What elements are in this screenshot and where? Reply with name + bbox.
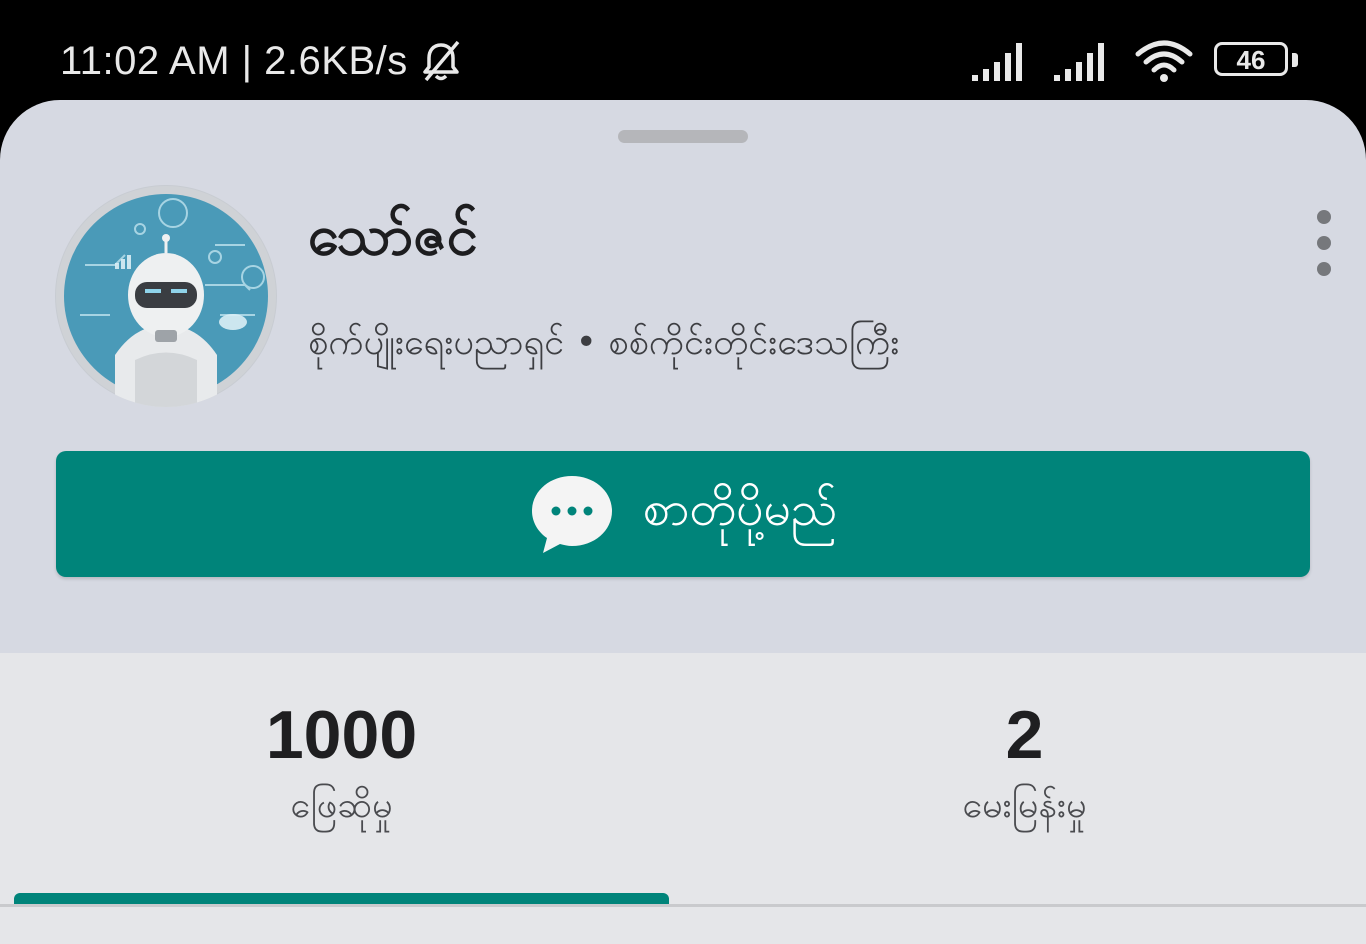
tab-questions[interactable]: 2 မေးမြန်းမှု bbox=[683, 693, 1366, 835]
answers-label: ဖြေဆိုမှု bbox=[290, 785, 393, 826]
tab-content-area bbox=[0, 907, 1366, 944]
profile-sheet: သော်ဇင် စိုက်ပျိုးရေးပညာရှင် • စစ်ကိုင်း… bbox=[0, 100, 1366, 944]
tab-answers[interactable]: 1000 ဖြေဆိုမှု bbox=[0, 693, 683, 835]
signal-icon-2 bbox=[1054, 43, 1104, 81]
robot-avatar-icon bbox=[56, 186, 276, 407]
answers-count: 1000 bbox=[265, 697, 418, 773]
profile-subtitle: စိုက်ပျိုးရေးပညာရှင် • စစ်ကိုင်းတိုင်းဒေ… bbox=[308, 322, 900, 363]
questions-label: မေးမြန်းမှု bbox=[962, 785, 1087, 826]
status-time-speed: 11:02 AM | 2.6KB/s bbox=[60, 38, 408, 83]
drag-handle[interactable] bbox=[618, 130, 748, 143]
more-options-icon[interactable] bbox=[1305, 210, 1343, 276]
avatar bbox=[55, 185, 277, 407]
bell-off-icon bbox=[422, 40, 460, 82]
wifi-icon bbox=[1135, 40, 1193, 82]
status-bar: 11:02 AM | 2.6KB/s 46 bbox=[0, 0, 1366, 100]
battery-indicator: 46 bbox=[1214, 42, 1298, 80]
battery-level: 46 bbox=[1236, 45, 1266, 75]
questions-count: 2 bbox=[1005, 697, 1044, 773]
status-right: 46 bbox=[970, 38, 1298, 84]
send-message-label: စာတိုပို့မည် bbox=[642, 481, 838, 537]
signal-icon bbox=[972, 43, 1022, 81]
send-message-button[interactable]: စာတိုပို့မည် bbox=[56, 451, 1310, 577]
stats-tabs: 1000 ဖြေဆိုမှု 2 မေးမြန်းမှု bbox=[0, 653, 1366, 944]
chat-bubble-icon bbox=[531, 476, 612, 553]
profile-name: သော်ဇင် bbox=[308, 203, 478, 268]
status-left: 11:02 AM | 2.6KB/s bbox=[60, 38, 464, 84]
